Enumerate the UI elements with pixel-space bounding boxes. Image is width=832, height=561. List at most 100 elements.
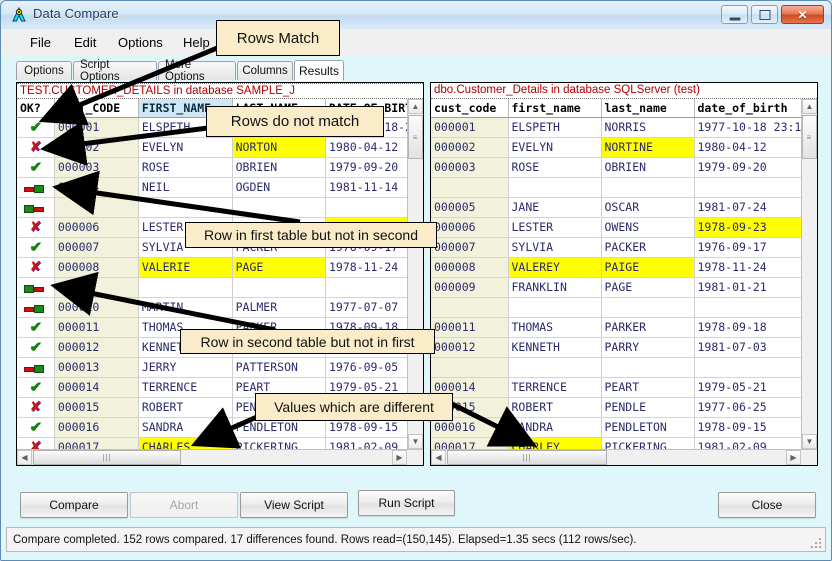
- table-cell[interactable]: 000009: [431, 277, 509, 298]
- table-row[interactable]: 000002 EVELYN NORTINE 1980-04-12: [431, 137, 813, 158]
- table-cell[interactable]: PENDLETON: [601, 417, 695, 438]
- left-scroll-left-icon[interactable]: ◀: [17, 450, 32, 465]
- table-row[interactable]: 000015 ROBERT PENDLE 1977-06-25: [431, 397, 813, 418]
- table-row[interactable]: 000012 KENNETH PARRY 1981-07-03: [431, 337, 813, 358]
- table-cell[interactable]: [54, 197, 139, 218]
- table-cell[interactable]: SANDRA: [508, 417, 602, 438]
- tab-script-options[interactable]: Script Options: [73, 59, 157, 83]
- table-cell[interactable]: ROSE: [508, 157, 602, 178]
- table-row[interactable]: 000001 ELSPETH NORRIS 1977-10-18 23:12: [431, 117, 813, 138]
- table-row[interactable]: [431, 177, 813, 198]
- table-cell[interactable]: ROBERT: [508, 397, 602, 418]
- table-row[interactable]: 000016 SANDRA PENDLETON 1978-09-15: [431, 417, 813, 438]
- tab-columns[interactable]: Columns: [237, 61, 293, 80]
- right-horizontal-scrollbar[interactable]: ◀ ||| ▶: [431, 449, 817, 465]
- right-scroll-right-icon[interactable]: ▶: [786, 450, 801, 465]
- table-cell[interactable]: 000008: [431, 257, 509, 278]
- tab-results[interactable]: Results: [294, 60, 344, 81]
- tab-options[interactable]: Options: [16, 61, 72, 80]
- table-cell[interactable]: PALMER: [232, 297, 326, 318]
- table-cell[interactable]: [601, 297, 695, 318]
- maximize-button[interactable]: [751, 5, 778, 24]
- right-scroll-down-icon[interactable]: ▼: [802, 434, 817, 449]
- table-cell[interactable]: ELSPETH: [508, 117, 602, 138]
- table-cell[interactable]: PAGE: [232, 257, 326, 278]
- menu-item-options[interactable]: Options: [111, 33, 170, 52]
- table-cell[interactable]: KENNETH: [508, 337, 602, 358]
- table-cell[interactable]: PEART: [601, 377, 695, 398]
- left-scroll-thumb[interactable]: ≡: [408, 115, 423, 159]
- right-header-last-name[interactable]: last_name: [601, 99, 695, 118]
- table-cell[interactable]: SYLVIA: [508, 237, 602, 258]
- table-row[interactable]: 000014 TERRENCE PEART 1979-05-21: [431, 377, 813, 398]
- table-cell[interactable]: 000013: [54, 357, 139, 378]
- table-cell[interactable]: [601, 357, 695, 378]
- table-cell[interactable]: VALERIE: [138, 257, 233, 278]
- table-cell[interactable]: NEIL: [138, 177, 233, 198]
- table-cell[interactable]: [138, 197, 233, 218]
- table-cell[interactable]: 000005: [431, 197, 509, 218]
- close-window-button[interactable]: ✕: [781, 5, 824, 24]
- table-cell[interactable]: NORRIS: [601, 117, 695, 138]
- right-scroll-up-icon[interactable]: ▲: [802, 99, 817, 114]
- table-cell[interactable]: 1979-09-20: [694, 157, 813, 178]
- right-hscroll-thumb[interactable]: |||: [447, 450, 607, 465]
- table-cell[interactable]: PAGE: [601, 277, 695, 298]
- table-cell[interactable]: [508, 357, 602, 378]
- compare-button[interactable]: Compare: [20, 492, 128, 518]
- table-row[interactable]: [17, 277, 423, 298]
- table-row[interactable]: 000005 JANE OSCAR 1981-07-24: [431, 197, 813, 218]
- table-cell[interactable]: 000006: [431, 217, 509, 238]
- resize-grip-icon[interactable]: [809, 536, 821, 548]
- left-scroll-down-icon[interactable]: ▼: [408, 434, 423, 449]
- table-row[interactable]: ✘ 000002 EVELYN NORTON 1980-04-12: [17, 137, 423, 158]
- table-row[interactable]: [431, 357, 813, 378]
- table-row[interactable]: 000004 NEIL OGDEN 1981-11-14: [17, 177, 423, 198]
- table-cell[interactable]: OSCAR: [601, 197, 695, 218]
- table-cell[interactable]: TERRENCE: [508, 377, 602, 398]
- left-header-ok-[interactable]: OK?: [17, 99, 55, 118]
- table-row[interactable]: ✔ 000003 ROSE OBRIEN 1979-09-20: [17, 157, 423, 178]
- table-row[interactable]: 000011 THOMAS PARKER 1978-09-18: [431, 317, 813, 338]
- table-cell[interactable]: 000003: [431, 157, 509, 178]
- table-cell[interactable]: 000016: [54, 417, 139, 438]
- table-row[interactable]: [431, 297, 813, 318]
- right-scroll-left-icon[interactable]: ◀: [431, 450, 446, 465]
- table-cell[interactable]: 000011: [54, 317, 139, 338]
- table-cell[interactable]: 1978-09-23: [694, 217, 813, 238]
- table-row[interactable]: 000007 SYLVIA PACKER 1976-09-17: [431, 237, 813, 258]
- table-cell[interactable]: PARRY: [601, 337, 695, 358]
- table-row[interactable]: 000006 LESTER OWENS 1978-09-23: [431, 217, 813, 238]
- table-cell[interactable]: 1978-09-18: [694, 317, 813, 338]
- table-cell[interactable]: [431, 357, 509, 378]
- table-row[interactable]: [17, 197, 423, 218]
- table-cell[interactable]: [694, 297, 813, 318]
- table-cell[interactable]: 1981-01-21: [694, 277, 813, 298]
- table-cell[interactable]: 1976-09-17: [694, 237, 813, 258]
- table-cell[interactable]: TERRENCE: [138, 377, 233, 398]
- table-cell[interactable]: [54, 277, 139, 298]
- left-hscroll-thumb[interactable]: |||: [33, 450, 181, 465]
- table-cell[interactable]: LESTER: [508, 217, 602, 238]
- table-cell[interactable]: [232, 197, 326, 218]
- table-row[interactable]: 000003 ROSE OBRIEN 1979-09-20: [431, 157, 813, 178]
- table-cell[interactable]: 000011: [431, 317, 509, 338]
- table-cell[interactable]: 000001: [431, 117, 509, 138]
- table-cell[interactable]: VALEREY: [508, 257, 602, 278]
- table-row[interactable]: 000010 MARTIN PALMER 1977-07-07: [17, 297, 423, 318]
- table-cell[interactable]: EVELYN: [508, 137, 602, 158]
- table-cell[interactable]: OGDEN: [232, 177, 326, 198]
- table-cell[interactable]: 1978-11-24: [694, 257, 813, 278]
- table-cell[interactable]: 1981-07-03: [694, 337, 813, 358]
- table-cell[interactable]: SANDRA: [138, 417, 233, 438]
- right-header-date-of-birth[interactable]: date_of_birth: [694, 99, 813, 118]
- table-cell[interactable]: 000008: [54, 257, 139, 278]
- table-cell[interactable]: 1979-05-21: [694, 377, 813, 398]
- table-cell[interactable]: 000002: [54, 137, 139, 158]
- table-cell[interactable]: [508, 177, 602, 198]
- menu-item-help[interactable]: Help: [176, 33, 217, 52]
- close-button[interactable]: Close: [718, 492, 816, 518]
- table-cell[interactable]: [601, 177, 695, 198]
- table-cell[interactable]: 000001: [54, 117, 139, 138]
- table-cell[interactable]: PATTERSON: [232, 357, 326, 378]
